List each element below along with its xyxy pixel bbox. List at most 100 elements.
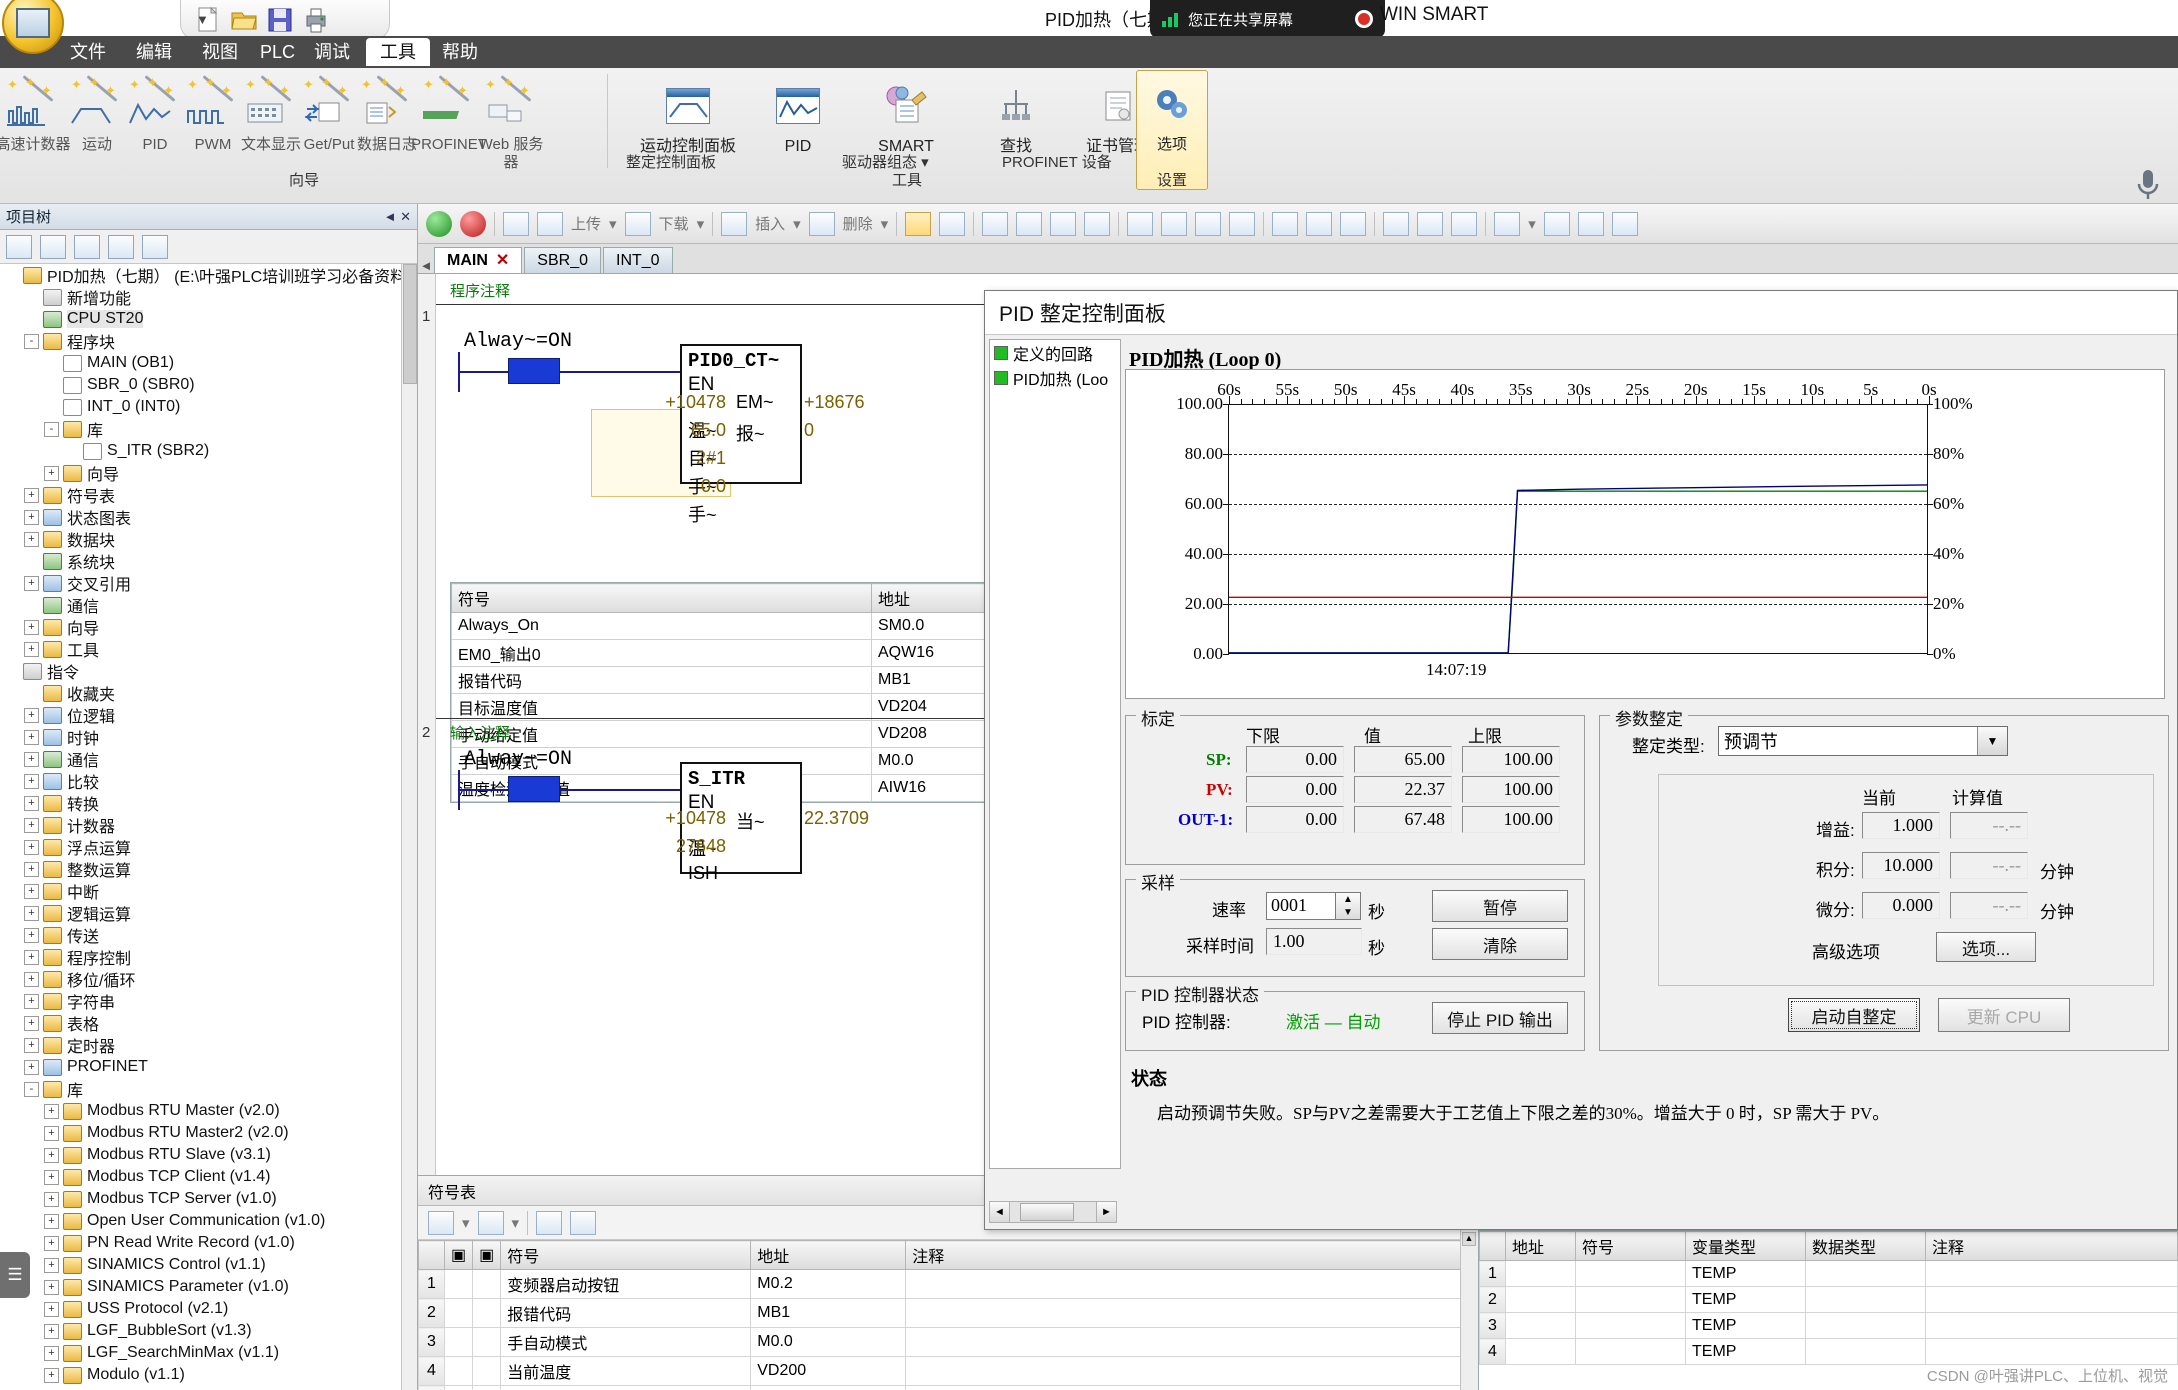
tree-expander[interactable]: +	[24, 1060, 39, 1075]
table-row[interactable]: 2TEMP	[1480, 1287, 2178, 1313]
rate-spinner[interactable]: ▲▼	[1335, 892, 1361, 920]
undo-icon[interactable]	[1016, 212, 1042, 236]
tree-item[interactable]: +字符串	[0, 990, 417, 1012]
tree-item[interactable]: +LGF_SearchMinMax (v1.1)	[0, 1342, 417, 1364]
tree-item[interactable]: +Modbus RTU Master (v2.0)	[0, 1100, 417, 1122]
tree-item[interactable]: +整数运算	[0, 858, 417, 880]
tree-expander[interactable]: +	[24, 642, 39, 657]
tree-item[interactable]: INT_0 (INT0)	[0, 396, 417, 418]
insert-caret-icon[interactable]: ▾	[793, 215, 801, 233]
close-network-icon[interactable]	[1084, 212, 1110, 236]
zoom-caret-icon[interactable]: ▾	[1528, 215, 1536, 233]
tuning-type-select[interactable]: 预调节 ▼	[1718, 726, 2008, 756]
ribbon-pid-panel[interactable]: PID	[742, 74, 854, 156]
tree-expander[interactable]: -	[24, 334, 39, 349]
tree-item[interactable]: +浮点运算	[0, 836, 417, 858]
tree-item[interactable]: +Modulo (v1.1)	[0, 1364, 417, 1386]
apply-symbols-icon[interactable]	[536, 1211, 562, 1235]
tree-item[interactable]: +通信	[0, 748, 417, 770]
pause-button[interactable]: 暂停	[1432, 890, 1568, 922]
scroll-left-icon[interactable]: ◄	[990, 1202, 1010, 1222]
tree-expander[interactable]: +	[24, 620, 39, 635]
tree-item[interactable]: -库	[0, 1078, 417, 1100]
record-icon[interactable]	[1355, 10, 1373, 28]
tree-item[interactable]: +符号表	[0, 484, 417, 506]
table-row[interactable]: 4当前温度VD200	[419, 1357, 1480, 1386]
tree-expander[interactable]: +	[44, 1324, 59, 1339]
tree-expander[interactable]: +	[24, 576, 39, 591]
tree-expander[interactable]: +	[24, 796, 39, 811]
tree-item[interactable]: +转换	[0, 792, 417, 814]
branch-down-icon[interactable]	[1306, 212, 1332, 236]
checkbox-icon[interactable]	[994, 346, 1008, 360]
tree-expander[interactable]: +	[44, 1104, 59, 1119]
insert-label[interactable]: 插入	[755, 213, 785, 234]
menu-tools[interactable]: 工具	[366, 38, 430, 66]
print-icon[interactable]	[301, 5, 331, 35]
insert-caret-icon[interactable]: ▾	[462, 1214, 470, 1232]
upload-caret-icon[interactable]: ▾	[609, 215, 617, 233]
rung1-in-val-3[interactable]: 0.0	[596, 476, 726, 497]
tree-expander[interactable]: +	[44, 1280, 59, 1295]
program-status-icon[interactable]	[905, 212, 931, 236]
grid-icon[interactable]	[6, 235, 32, 259]
tree-expander[interactable]: +	[24, 532, 39, 547]
start-autotune-button[interactable]: 启动自整定	[1788, 998, 1920, 1032]
menu-file[interactable]: 文件	[56, 38, 120, 66]
save-icon[interactable]	[265, 5, 295, 35]
tree-item[interactable]: S_ITR (SBR2)	[0, 440, 417, 462]
tree-item[interactable]: SBR_0 (SBR0)	[0, 374, 417, 396]
tree-expander[interactable]: +	[24, 1016, 39, 1031]
tree-item[interactable]: +工具	[0, 638, 417, 660]
tree-item[interactable]: +向导	[0, 616, 417, 638]
tree-item[interactable]: MAIN (OB1)	[0, 352, 417, 374]
tree-expander[interactable]: +	[24, 752, 39, 767]
tab-sbr0[interactable]: SBR_0	[524, 247, 601, 273]
branch-line-icon[interactable]	[1340, 212, 1366, 236]
project-tree[interactable]: PID加热（七期） (E:\叶强PLC培训班学习必备资料新增功能CPU ST20…	[0, 264, 417, 1390]
delete-caret-icon[interactable]: ▾	[512, 1214, 520, 1232]
table-row[interactable]: 4TEMP	[1480, 1339, 2178, 1365]
clear-button[interactable]: 清除	[1432, 928, 1568, 960]
tree-item[interactable]: +向导	[0, 462, 417, 484]
tree-item[interactable]: -程序块	[0, 330, 417, 352]
download-label[interactable]: 下载	[659, 213, 689, 234]
variable-table-scrollbar[interactable]: ▲	[1460, 1230, 1478, 1390]
chart-status-icon[interactable]	[939, 212, 965, 236]
block-icon[interactable]	[74, 235, 100, 259]
tree-item[interactable]: +计数器	[0, 814, 417, 836]
spinner-down-icon[interactable]: ▼	[1336, 906, 1360, 919]
close-icon[interactable]: ✕	[496, 252, 509, 269]
download-icon[interactable]	[625, 212, 651, 236]
chevron-down-icon[interactable]: ▼	[1977, 727, 2007, 755]
quick-access-toolbar[interactable]	[180, 0, 390, 40]
tree-expander[interactable]: +	[24, 708, 39, 723]
pin-icon[interactable]: ◄ ✕	[384, 209, 411, 225]
tree-expander[interactable]: +	[44, 1192, 59, 1207]
tree-item[interactable]: +表格	[0, 1012, 417, 1034]
rung2-in-val-0[interactable]: +10478	[596, 808, 726, 829]
sidebar-tab-strip[interactable]: ☰	[0, 1252, 30, 1298]
tree-item[interactable]: CPU ST20	[0, 308, 417, 330]
tree-expander[interactable]: +	[44, 466, 59, 481]
tree-item[interactable]: 通信	[0, 594, 417, 616]
delete-label[interactable]: 删除	[843, 213, 873, 234]
tree-item[interactable]: +时钟	[0, 726, 417, 748]
tree-item[interactable]: PID加热（七期） (E:\叶强PLC培训班学习必备资料	[0, 264, 417, 286]
bracket-left-icon[interactable]	[1417, 212, 1443, 236]
tree-item[interactable]: +状态图表	[0, 506, 417, 528]
rung1-contact[interactable]	[508, 358, 560, 384]
box-icon[interactable]	[1229, 212, 1255, 236]
tree-scrollbar[interactable]	[401, 264, 417, 1390]
tree-expander[interactable]: +	[24, 1038, 39, 1053]
checkbox-icon[interactable]	[994, 371, 1008, 385]
rung2-in-val-1[interactable]: 27648	[596, 836, 726, 857]
rung1-out-val-1[interactable]: 0	[804, 420, 914, 441]
tree-item[interactable]: +逻辑运算	[0, 902, 417, 924]
tab-int0[interactable]: INT_0	[603, 247, 673, 273]
tree-item[interactable]: +Open User Communication (v1.0)	[0, 1210, 417, 1232]
rung1-in-val-2[interactable]: 2#1	[596, 448, 726, 469]
lock-header-icon[interactable]: ▣	[479, 1247, 494, 1264]
menu-edit[interactable]: 编辑	[122, 38, 186, 66]
delete-icon[interactable]	[809, 212, 835, 236]
